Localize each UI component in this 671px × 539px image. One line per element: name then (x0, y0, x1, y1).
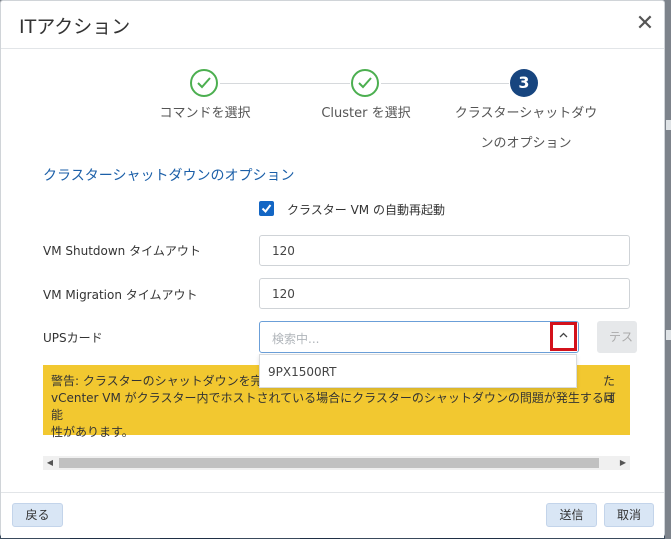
close-icon[interactable]: ✕ (634, 13, 656, 35)
step-1-check-icon[interactable] (190, 69, 218, 97)
vm-migration-input[interactable]: 120 (259, 278, 630, 309)
dialog-title: ITアクション (19, 16, 131, 38)
vm-shutdown-input[interactable]: 120 (259, 235, 630, 266)
send-button[interactable]: 送信 (546, 503, 597, 527)
ups-card-dropdown-toggle[interactable] (550, 322, 577, 351)
step-connector-2 (381, 83, 509, 84)
back-button[interactable]: 戻る (12, 503, 63, 527)
it-action-dialog: ITアクション ✕ 3 コマンドを選択 Cluster を選択 クラスターシャッ… (0, 0, 665, 538)
dialog-header: ITアクション ✕ (1, 1, 664, 49)
scrollbar-thumb[interactable] (59, 458, 599, 468)
auto-restart-checkbox[interactable] (259, 201, 274, 216)
cancel-button[interactable]: 取消 (604, 503, 654, 527)
scroll-right-icon[interactable]: ▶ (616, 456, 630, 470)
ups-card-label: UPSカード (43, 331, 103, 345)
ups-card-search-input[interactable]: 検索中... (259, 321, 579, 353)
section-title: クラスターシャットダウンのオプション (43, 168, 295, 184)
ups-card-option[interactable]: 9PX1500RT (268, 365, 336, 379)
vm-migration-label: VM Migration タイムアウト (43, 288, 198, 302)
warning-text-line1-end: たは (603, 374, 616, 405)
ups-card-dropdown: 9PX1500RT (259, 354, 577, 388)
warning-text-line2: vCenter VM がクラスター内でホストされている場合にクラスターのシャット… (51, 391, 616, 422)
test-button[interactable]: テス (597, 321, 637, 353)
step-2-label: Cluster を選択 (321, 106, 411, 121)
dialog-footer: 戻る 送信 取消 (1, 492, 664, 538)
vm-shutdown-label: VM Shutdown タイムアウト (43, 244, 201, 258)
warning-text-line1-start: 警告: クラスターのシャットダウンを完 (51, 374, 263, 388)
warning-text-line3: 性があります。 (51, 425, 134, 439)
ups-card-placeholder: 検索中... (272, 332, 320, 346)
step-connector-1 (220, 83, 350, 84)
background-edge (665, 0, 671, 539)
step-3-label-line1: クラスターシャットダウ (454, 106, 598, 121)
step-3-number[interactable]: 3 (510, 69, 538, 97)
auto-restart-label: クラスター VM の自動再起動 (287, 203, 445, 217)
scroll-left-icon[interactable]: ◀ (43, 456, 57, 470)
step-1-label: コマンドを選択 (159, 106, 251, 121)
step-2-check-icon[interactable] (351, 69, 379, 97)
step-3-label-line2: ンのオプション (480, 136, 572, 151)
horizontal-scrollbar[interactable]: ◀ ▶ (43, 456, 630, 470)
chevron-up-icon (559, 332, 568, 338)
checkmark-icon (261, 204, 272, 214)
